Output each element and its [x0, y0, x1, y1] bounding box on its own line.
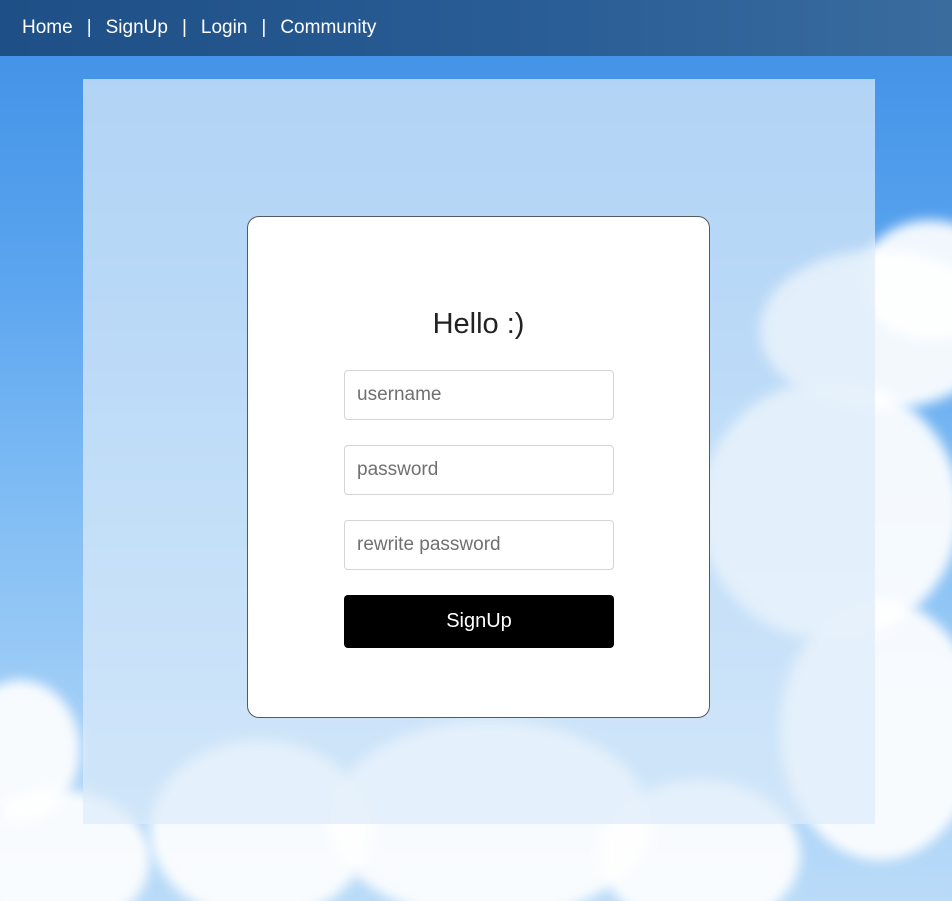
rewrite-password-input[interactable] [344, 520, 614, 570]
nav-login-link[interactable]: Login [201, 17, 248, 39]
nav-separator: | [86, 17, 92, 38]
signup-submit-button[interactable]: SignUp [344, 595, 614, 648]
form-title: Hello :) [432, 308, 525, 340]
password-input[interactable] [344, 445, 614, 495]
nav-community-link[interactable]: Community [280, 17, 376, 39]
top-navbar: Home | SignUp | Login | Community [0, 0, 952, 56]
nav-signup-link[interactable]: SignUp [106, 17, 168, 39]
nav-separator: | [181, 17, 187, 38]
username-input[interactable] [344, 370, 614, 420]
nav-separator: | [261, 17, 267, 38]
signup-form-card: Hello :) SignUp [247, 216, 710, 718]
nav-home-link[interactable]: Home [22, 17, 73, 39]
